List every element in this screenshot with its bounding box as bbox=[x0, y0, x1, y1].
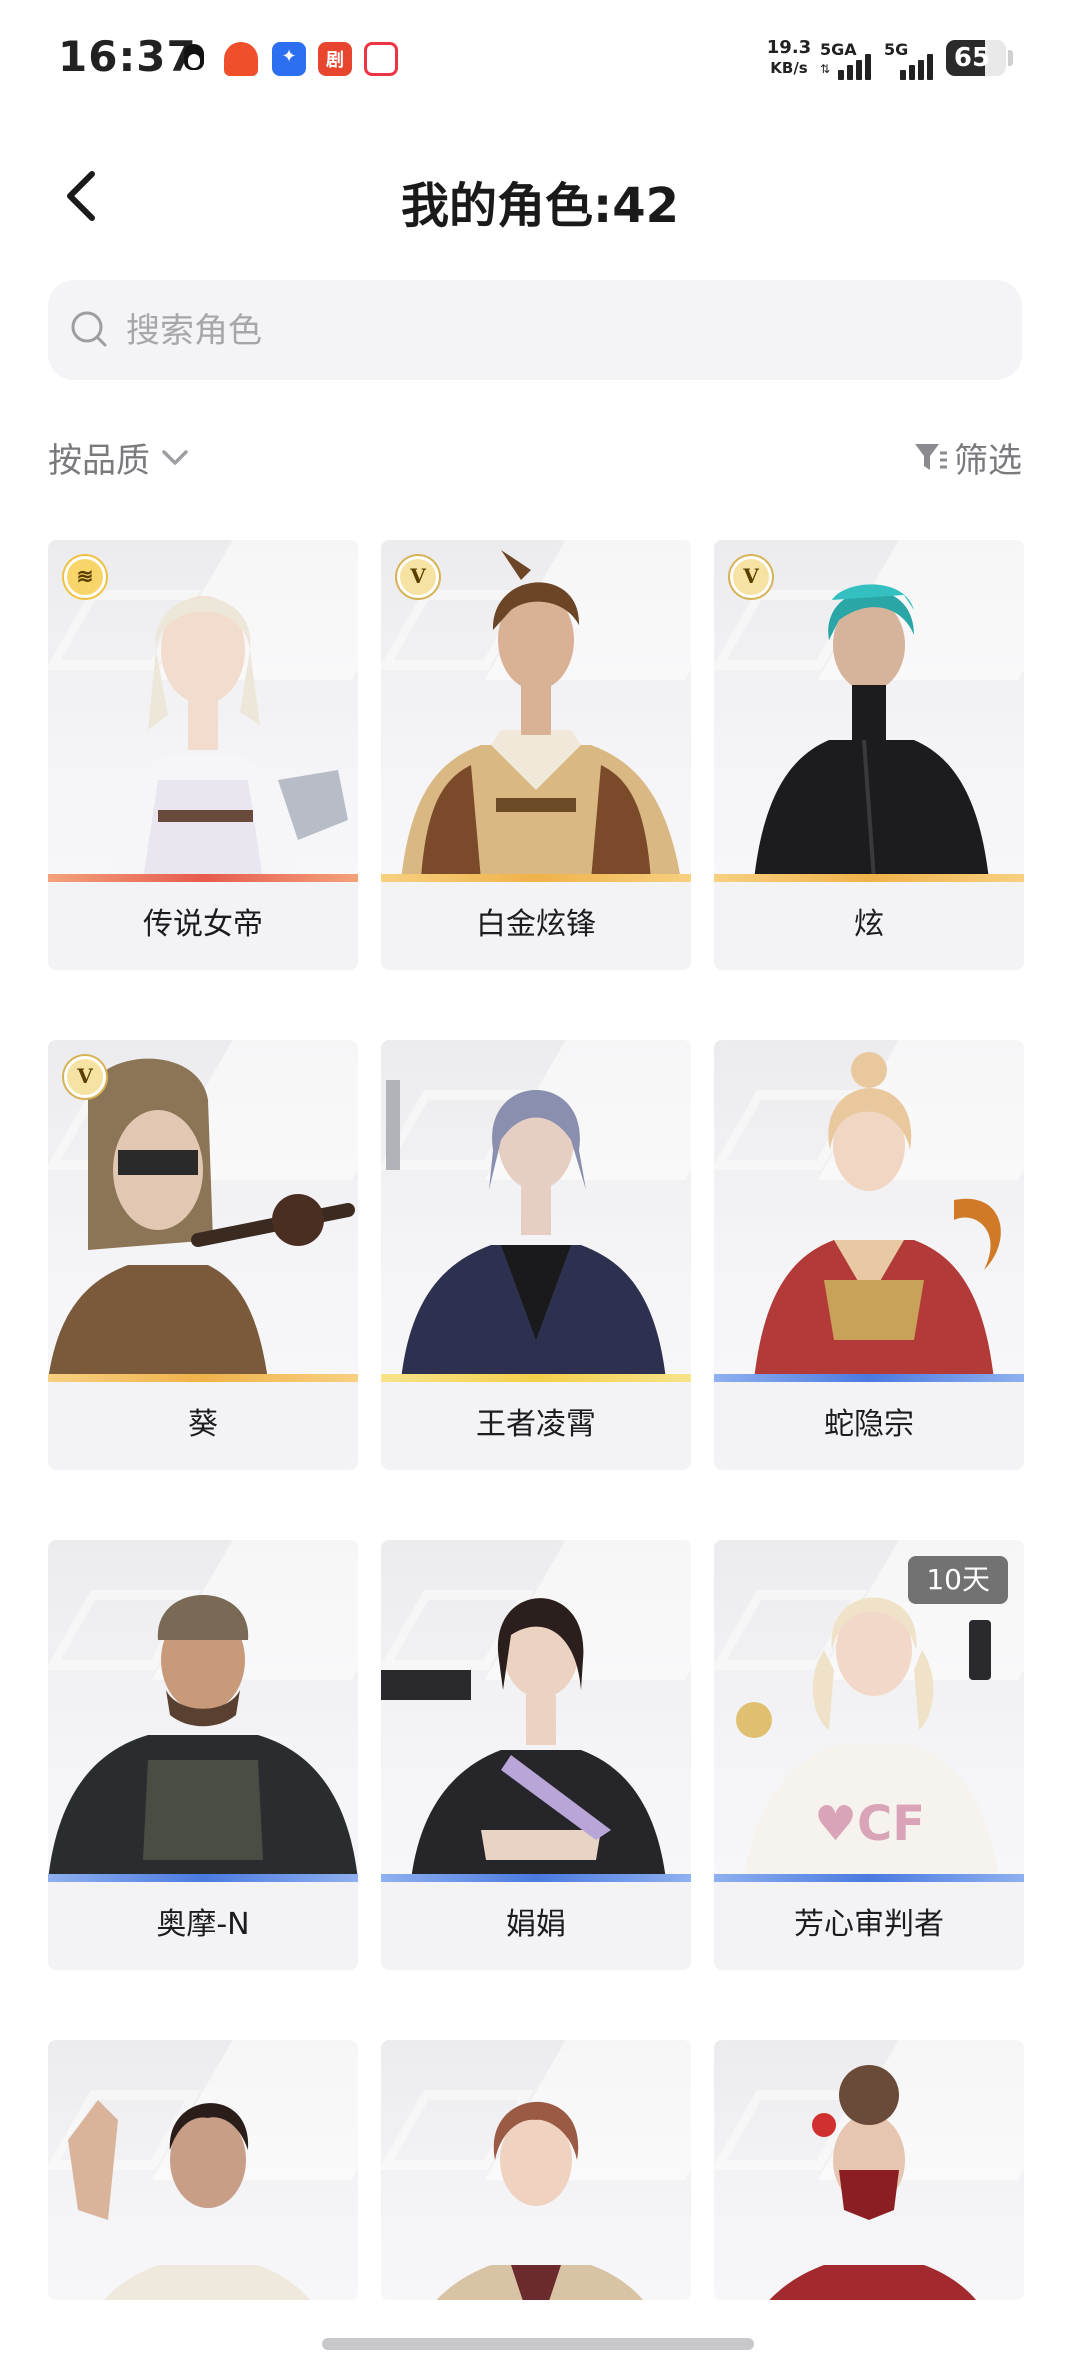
character-name: 白金炫锋 bbox=[476, 907, 596, 942]
character-portrait bbox=[48, 2040, 358, 2300]
character-card[interactable] bbox=[714, 2040, 1024, 2300]
qq-notification-icon bbox=[178, 42, 212, 76]
signal-sim2-icon: 5G bbox=[884, 40, 940, 80]
shopping-notification-icon bbox=[224, 42, 258, 76]
character-card[interactable]: V 炫 bbox=[714, 540, 1024, 970]
character-card[interactable]: ≋ 传说女帝 bbox=[48, 540, 358, 970]
filter-label: 筛选 bbox=[954, 440, 1022, 481]
character-name: 娟娟 bbox=[506, 1907, 566, 1942]
chevron-down-icon bbox=[162, 450, 188, 465]
character-card[interactable]: 娟娟 bbox=[381, 1540, 691, 1970]
character-portrait bbox=[48, 1540, 358, 1880]
battery-tip bbox=[1008, 50, 1013, 66]
battery-icon: 65 bbox=[946, 40, 1006, 76]
character-card[interactable]: V 白金炫锋 bbox=[381, 540, 691, 970]
filter-button[interactable]: 筛选 bbox=[912, 432, 1022, 482]
home-indicator[interactable] bbox=[322, 2338, 754, 2350]
svg-text:♥CF: ♥CF bbox=[814, 1796, 925, 1852]
character-portrait bbox=[714, 2040, 1024, 2300]
character-portrait bbox=[381, 2040, 691, 2300]
page-title: 我的角色:42 bbox=[401, 178, 679, 234]
character-portrait bbox=[714, 1040, 1024, 1380]
character-card[interactable]: 蛇隐宗 bbox=[714, 1040, 1024, 1470]
drama-notification-icon: 剧 bbox=[318, 42, 352, 76]
sort-label: 按品质 bbox=[48, 440, 150, 481]
character-name: 芳心审判者 bbox=[794, 1907, 944, 1942]
legend-badge-icon: ≋ bbox=[64, 556, 106, 598]
vip-badge-icon: V bbox=[397, 556, 439, 598]
expiry-tag: 10天 bbox=[908, 1556, 1008, 1604]
search-input[interactable] bbox=[124, 302, 988, 360]
signal-sim1-icon: 5GA ⇅ bbox=[820, 40, 874, 80]
character-portrait bbox=[381, 1040, 691, 1380]
character-card[interactable]: ♥CF 10天 芳心审判者 bbox=[714, 1540, 1024, 1970]
search-bar[interactable] bbox=[48, 280, 1022, 380]
character-name: 王者凌霄 bbox=[476, 1407, 596, 1442]
sort-dropdown[interactable]: 按品质 bbox=[48, 432, 192, 482]
status-time: 16:37 bbox=[58, 32, 197, 81]
video-notification-icon bbox=[364, 42, 398, 76]
app-notification-icon: ✦ bbox=[272, 42, 306, 76]
status-bar: 16:37 ✦ 剧 19.3 KB/s 5GA ⇅ 5G 65 bbox=[0, 0, 1080, 120]
character-card[interactable]: 王者凌霄 bbox=[381, 1040, 691, 1470]
character-name: 葵 bbox=[188, 1407, 218, 1442]
character-card[interactable]: 奥摩-N bbox=[48, 1540, 358, 1970]
character-card[interactable]: V 葵 bbox=[48, 1040, 358, 1470]
character-name: 蛇隐宗 bbox=[824, 1407, 914, 1442]
character-card[interactable] bbox=[381, 2040, 691, 2300]
character-name: 炫 bbox=[854, 907, 884, 942]
character-name: 奥摩-N bbox=[156, 1907, 250, 1942]
vip-badge-icon: V bbox=[64, 1056, 106, 1098]
vip-badge-icon: V bbox=[730, 556, 772, 598]
network-speed: 19.3 KB/s bbox=[766, 37, 812, 78]
character-portrait bbox=[381, 1540, 691, 1880]
filter-icon bbox=[915, 444, 947, 470]
search-icon bbox=[71, 311, 107, 347]
character-name: 传说女帝 bbox=[143, 907, 263, 942]
character-card[interactable] bbox=[48, 2040, 358, 2300]
